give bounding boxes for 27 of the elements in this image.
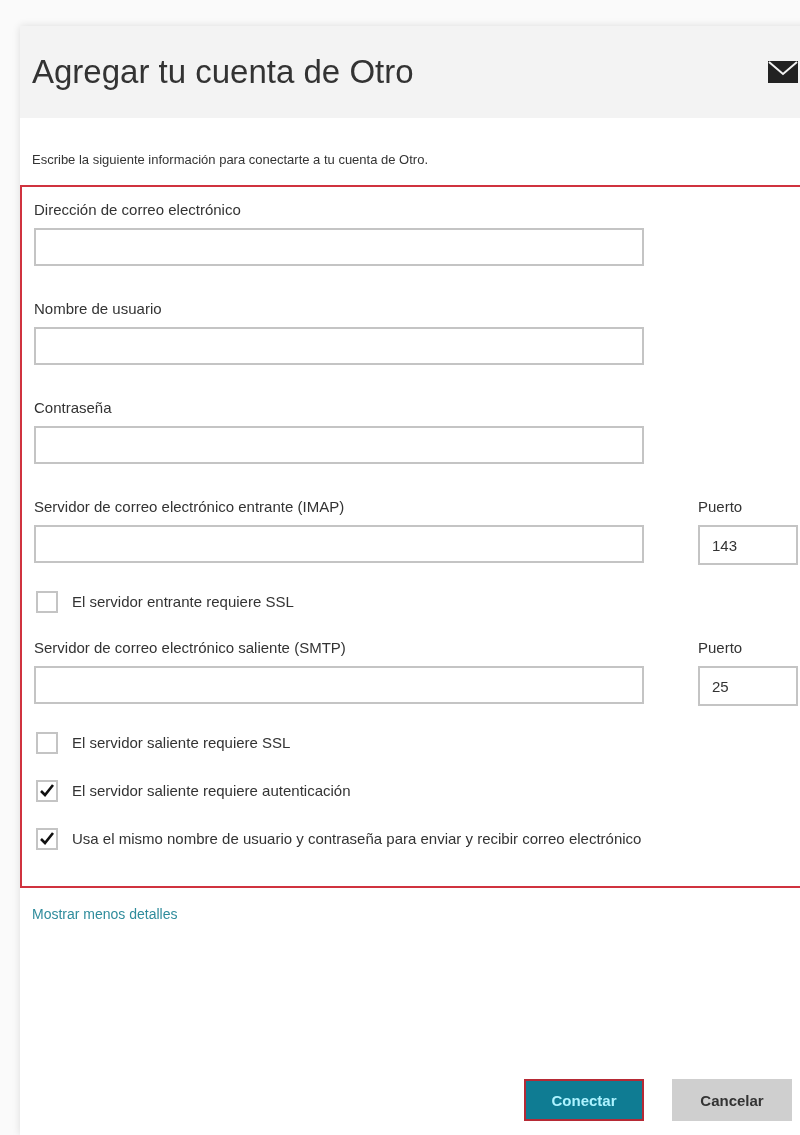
dialog-title: Agregar tu cuenta de Otro — [32, 53, 414, 91]
intro-text: Escribe la siguiente información para conectarte a tu cuenta de Otro. — [32, 152, 429, 167]
field-label: Nombre de usuario — [34, 300, 163, 317]
cancel-button[interactable]: Cancelar — [672, 1079, 792, 1121]
connect-button[interactable]: Conectar — [524, 1079, 644, 1121]
checkbox[interactable] — [36, 780, 58, 802]
port-label: Puerto — [698, 639, 744, 656]
port-label: Puerto — [698, 498, 744, 515]
checkbox[interactable] — [36, 732, 58, 754]
checkbox[interactable] — [36, 828, 58, 850]
input-field[interactable] — [34, 228, 644, 266]
checkbox-label: El servidor saliente requiere autenticación — [72, 781, 352, 801]
port-field[interactable]: 25 — [698, 666, 798, 706]
input-field[interactable] — [34, 426, 644, 464]
checkbox-label: El servidor entrante requiere SSL — [72, 592, 295, 612]
field-label: Servidor de correo electrónico entrante (IMAP) — [34, 498, 346, 515]
checkbox-label: El servidor saliente requiere SSL — [72, 733, 292, 753]
details-link[interactable]: Mostrar menos detalles — [32, 906, 178, 922]
input-field[interactable] — [34, 327, 644, 365]
checkbox[interactable] — [36, 591, 58, 613]
input-field[interactable] — [34, 525, 644, 563]
checkbox-label: Usa el mismo nombre de usuario y contraseña para enviar y recibir correo electrónico — [72, 829, 643, 849]
field-label: Dirección de correo electrónico — [34, 201, 242, 218]
field-label: Contraseña — [34, 399, 113, 416]
port-field[interactable]: 143 — [698, 525, 798, 565]
field-label: Servidor de correo electrónico saliente (SMTP) — [34, 639, 347, 656]
input-field[interactable] — [34, 666, 644, 704]
